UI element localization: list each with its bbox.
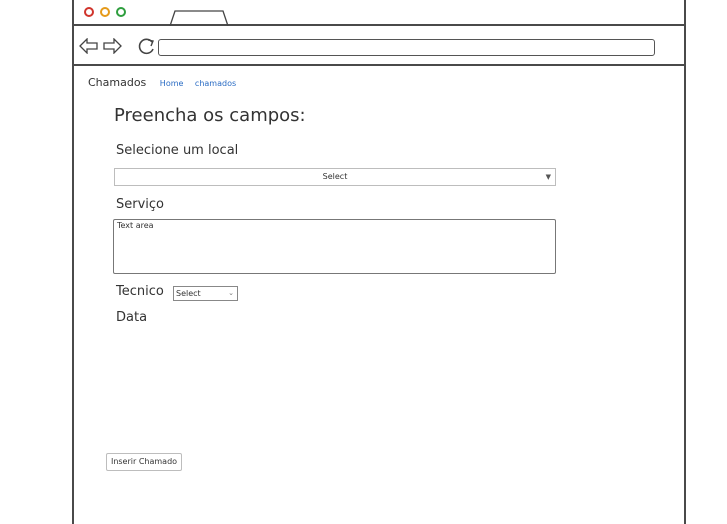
minimize-window-icon[interactable] <box>100 7 110 17</box>
page-title: Preencha os campos: <box>114 105 306 126</box>
local-select-value: Select <box>322 172 348 181</box>
chevron-down-icon: ⌄ <box>228 289 234 297</box>
forward-arrow-icon[interactable] <box>103 38 122 54</box>
breadcrumb-current: Chamados <box>88 76 147 89</box>
servico-placeholder: Text area <box>117 221 154 230</box>
tecnico-label: Tecnico <box>116 284 164 299</box>
data-label: Data <box>116 310 148 325</box>
title-bar <box>74 0 684 26</box>
browser-window: Chamados Home chamados Preencha os campo… <box>72 0 686 524</box>
tecnico-select[interactable]: Select ⌄ <box>173 286 238 301</box>
back-arrow-icon[interactable] <box>79 38 98 54</box>
servico-textarea[interactable]: Text area <box>113 219 556 274</box>
address-bar-row <box>74 26 684 66</box>
close-window-icon[interactable] <box>84 7 94 17</box>
local-label: Selecione um local <box>116 143 239 158</box>
reload-icon[interactable] <box>138 37 156 55</box>
breadcrumb: Chamados Home chamados <box>88 76 244 89</box>
maximize-window-icon[interactable] <box>116 7 126 17</box>
chevron-down-icon: ▼ <box>545 173 551 181</box>
tecnico-select-value: Select <box>176 289 201 298</box>
url-input[interactable] <box>158 39 655 56</box>
browser-tab[interactable] <box>169 10 229 26</box>
inserir-chamado-button[interactable]: Inserir Chamado <box>106 453 182 471</box>
breadcrumb-link-home[interactable]: Home <box>160 79 184 88</box>
breadcrumb-link-chamados[interactable]: chamados <box>195 79 236 88</box>
servico-label: Serviço <box>116 197 165 212</box>
local-select[interactable]: Select ▼ <box>114 168 556 186</box>
